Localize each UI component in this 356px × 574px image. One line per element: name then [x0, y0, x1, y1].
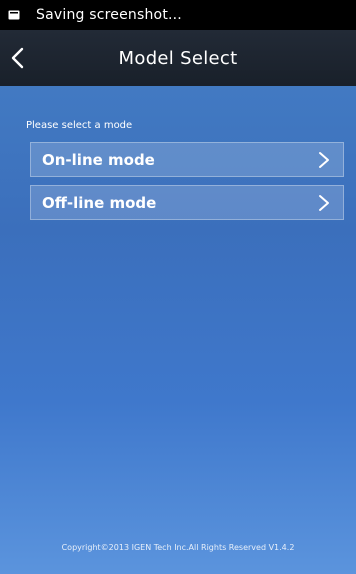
offline-mode-label: Off-line mode [42, 193, 157, 212]
status-text: Saving screenshot... [36, 7, 182, 23]
chevron-left-icon [10, 47, 24, 69]
online-mode-button[interactable]: On-line mode [30, 142, 344, 177]
mode-list: On-line mode Off-line mode [30, 142, 344, 228]
title-bar: Model Select [0, 30, 356, 86]
mode-prompt: Please select a mode [26, 120, 133, 131]
back-button[interactable] [10, 38, 48, 78]
chevron-right-icon [317, 151, 331, 169]
screenshot-icon [8, 10, 20, 20]
offline-mode-button[interactable]: Off-line mode [30, 185, 344, 220]
chevron-right-icon [317, 194, 331, 212]
page-title: Model Select [118, 47, 238, 69]
online-mode-label: On-line mode [42, 150, 155, 169]
copyright-text: Copyright©2013 IGEN Tech Inc.All Rights … [61, 543, 295, 552]
status-bar: Saving screenshot... [0, 0, 356, 30]
